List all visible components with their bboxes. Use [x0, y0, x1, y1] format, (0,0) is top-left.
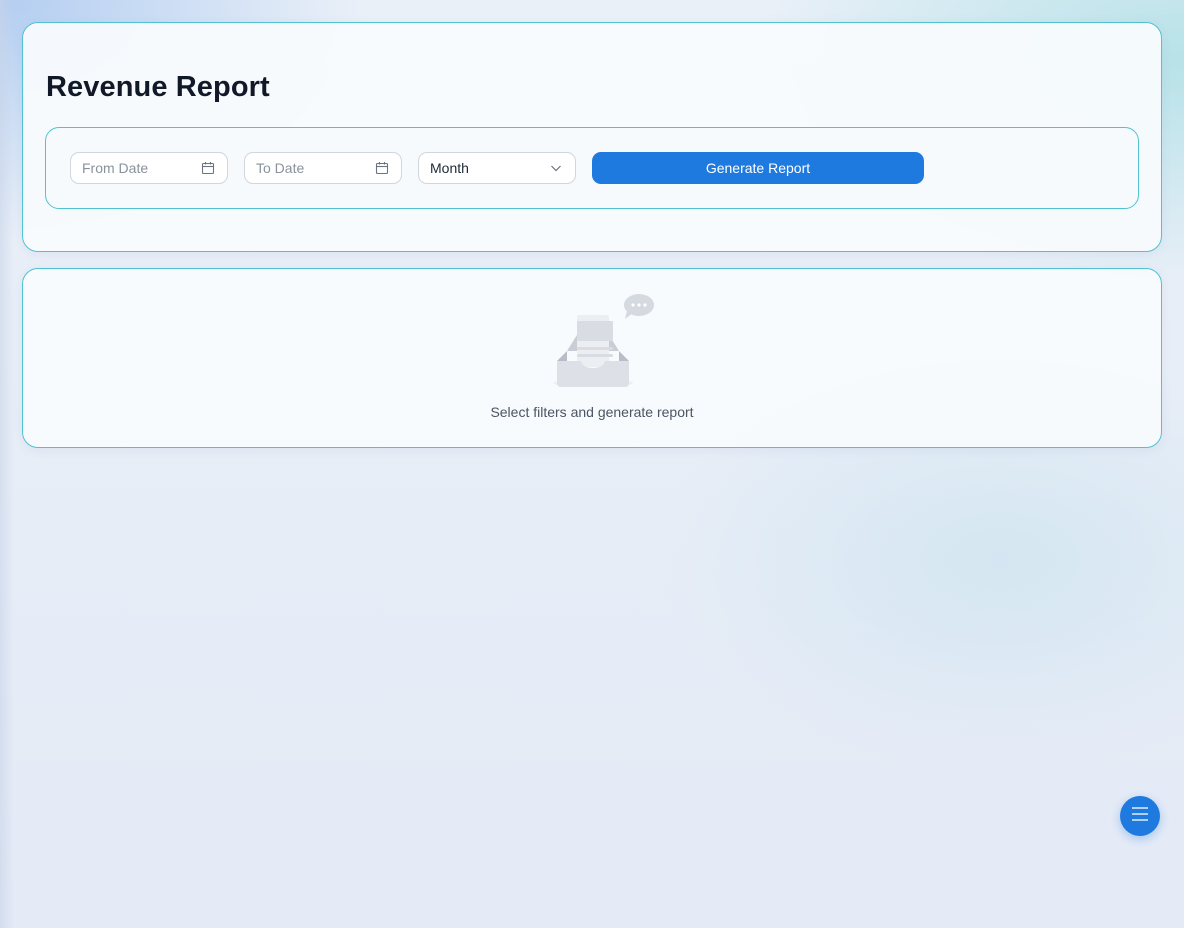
to-date-input[interactable]: To Date [244, 152, 402, 184]
page-title: Revenue Report [46, 71, 270, 103]
menu-icon [1131, 806, 1149, 827]
empty-inbox-icon [553, 291, 657, 391]
report-result-card: Select filters and generate report [22, 268, 1162, 448]
calendar-icon[interactable] [200, 160, 216, 176]
granularity-selected-value: Month [430, 160, 469, 176]
filter-panel: From Date To Date Month Generate Report [45, 127, 1139, 209]
from-date-placeholder: From Date [82, 160, 149, 176]
chevron-down-icon[interactable] [548, 160, 564, 176]
empty-state-message: Select filters and generate report [490, 404, 694, 420]
menu-fab-button[interactable] [1120, 796, 1160, 836]
calendar-icon[interactable] [374, 160, 390, 176]
generate-report-button[interactable]: Generate Report [592, 152, 924, 184]
to-date-placeholder: To Date [256, 160, 305, 176]
page-edge-shade [0, 0, 14, 928]
report-header-card: Revenue Report From Date To Date Month G… [22, 22, 1162, 252]
from-date-input[interactable]: From Date [70, 152, 228, 184]
granularity-select[interactable]: Month [418, 152, 576, 184]
